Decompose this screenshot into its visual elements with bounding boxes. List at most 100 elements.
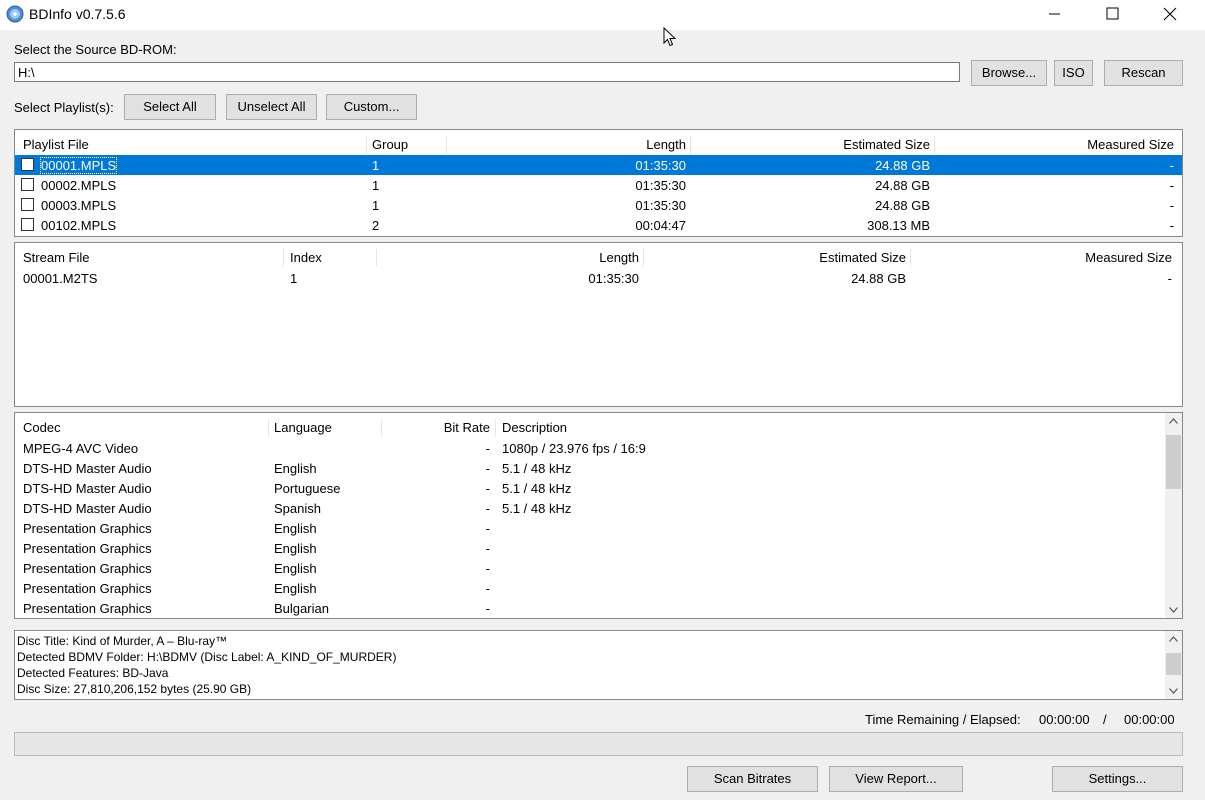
header-stream-file[interactable]: Stream File (23, 250, 89, 265)
column-separator (643, 249, 644, 267)
rescan-button[interactable]: Rescan (1104, 60, 1183, 86)
codec-bit-rate: - (485, 601, 490, 616)
iso-button[interactable]: ISO (1054, 60, 1093, 86)
codec-bit-rate: - (485, 561, 490, 576)
maximize-button[interactable] (1089, 0, 1135, 28)
header-estimated-size[interactable]: Estimated Size (666, 250, 906, 265)
playlist-list[interactable]: Playlist File Group Length Estimated Siz… (14, 129, 1183, 237)
playlist-estimated-size: 24.88 GB (875, 158, 930, 173)
mouse-cursor-icon (663, 27, 677, 47)
playlist-row[interactable]: 00002.MPLS 1 01:35:30 24.88 GB - (15, 175, 1182, 195)
scan-progress-bar (14, 732, 1183, 756)
header-description[interactable]: Description (502, 420, 567, 435)
browse-button[interactable]: Browse... (971, 60, 1047, 86)
unselect-all-button[interactable]: Unselect All (226, 94, 317, 120)
playlist-measured-size: - (1169, 198, 1174, 213)
playlist-length: 00:04:47 (635, 218, 686, 233)
playlist-select-label: Select Playlist(s): (14, 100, 114, 115)
close-button[interactable] (1146, 0, 1192, 28)
scroll-down-icon[interactable] (1169, 688, 1178, 694)
custom-button[interactable]: Custom... (326, 94, 417, 120)
codec-name: Presentation Graphics (23, 521, 152, 536)
column-separator (268, 419, 269, 437)
playlist-header: Playlist File Group Length Estimated Siz… (15, 134, 1182, 154)
header-index[interactable]: Index (290, 250, 322, 265)
playlist-row[interactable]: 00001.MPLS 1 01:35:30 24.88 GB - (15, 155, 1182, 175)
codec-row[interactable]: Presentation Graphics English - (15, 538, 1182, 558)
codec-description: 5.1 / 48 kHz (502, 481, 572, 496)
codec-language: English (274, 521, 317, 536)
codec-name: Presentation Graphics (23, 581, 152, 596)
playlist-row[interactable]: 00102.MPLS 2 00:04:47 308.13 MB - (15, 215, 1182, 235)
codec-row[interactable]: Presentation Graphics English - (15, 518, 1182, 538)
playlist-checkbox[interactable] (21, 218, 34, 231)
minimize-button[interactable] (1032, 0, 1078, 28)
codec-scrollbar[interactable] (1165, 413, 1182, 618)
stream-row[interactable]: 00001.M2TS 1 01:35:30 24.88 GB - (15, 268, 1182, 288)
disc-size-line: Disc Size: 27,810,206,152 bytes (25.90 G… (17, 682, 252, 696)
codec-row[interactable]: DTS-HD Master Audio Portuguese - 5.1 / 4… (15, 478, 1182, 498)
playlist-file: 00003.MPLS (41, 198, 117, 213)
codec-row[interactable]: Presentation Graphics Bulgarian - (15, 598, 1182, 618)
header-language[interactable]: Language (274, 420, 332, 435)
header-measured-size[interactable]: Measured Size (932, 250, 1172, 265)
codec-name: DTS-HD Master Audio (23, 501, 152, 516)
playlist-group: 2 (372, 218, 380, 233)
stream-estimated-size: 24.88 GB (851, 271, 906, 286)
source-label: Select the Source BD-ROM: (14, 42, 177, 57)
codec-row[interactable]: DTS-HD Master Audio English - 5.1 / 48 k… (15, 458, 1182, 478)
scroll-thumb[interactable] (1166, 653, 1181, 675)
playlist-row[interactable]: 00003.MPLS 1 01:35:30 24.88 GB - (15, 195, 1182, 215)
playlist-group: 1 (372, 158, 380, 173)
scan-bitrates-button[interactable]: Scan Bitrates (687, 766, 818, 792)
settings-button[interactable]: Settings... (1052, 766, 1183, 792)
header-playlist-file[interactable]: Playlist File (23, 137, 89, 152)
playlist-checkbox[interactable] (21, 198, 34, 211)
time-label: Time Remaining / Elapsed: (865, 712, 1021, 727)
codec-description: 5.1 / 48 kHz (502, 501, 572, 516)
stream-list[interactable]: Stream File Index Length Estimated Size … (14, 242, 1183, 407)
header-bit-rate[interactable]: Bit Rate (387, 420, 490, 435)
column-separator (910, 249, 911, 267)
codec-language: English (274, 581, 317, 596)
codec-bit-rate: - (485, 541, 490, 556)
codec-list[interactable]: Codec Language Bit Rate Description MPEG… (14, 412, 1183, 619)
playlist-checkbox[interactable] (21, 178, 34, 191)
header-length[interactable]: Length (399, 250, 639, 265)
codec-row[interactable]: DTS-HD Master Audio Spanish - 5.1 / 48 k… (15, 498, 1182, 518)
playlist-file: 00002.MPLS (41, 178, 117, 193)
codec-name: DTS-HD Master Audio (23, 481, 152, 496)
codec-language: Portuguese (274, 481, 341, 496)
scroll-up-icon[interactable] (1169, 418, 1178, 424)
source-path-input[interactable] (14, 62, 960, 82)
header-estimated-size[interactable]: Estimated Size (690, 137, 930, 152)
codec-row[interactable]: MPEG-4 AVC Video - 1080p / 23.976 fps / … (15, 438, 1182, 458)
column-separator (376, 249, 377, 267)
playlist-measured-size: - (1169, 178, 1174, 193)
scroll-thumb[interactable] (1166, 435, 1181, 489)
column-separator (381, 419, 382, 437)
view-report-button[interactable]: View Report... (829, 766, 963, 792)
select-all-button[interactable]: Select All (124, 94, 216, 120)
time-remaining: 00:00:00 (1039, 712, 1090, 727)
header-length[interactable]: Length (446, 137, 686, 152)
playlist-estimated-size: 24.88 GB (875, 198, 930, 213)
playlist-group: 1 (372, 198, 380, 213)
header-measured-size[interactable]: Measured Size (934, 137, 1174, 152)
scroll-down-icon[interactable] (1169, 607, 1178, 613)
disc-info-scrollbar[interactable] (1165, 631, 1182, 699)
codec-row[interactable]: Presentation Graphics English - (15, 558, 1182, 578)
codec-row[interactable]: Presentation Graphics English - (15, 578, 1182, 598)
scroll-up-icon[interactable] (1169, 636, 1178, 642)
playlist-file: 00102.MPLS (41, 218, 117, 233)
codec-description: 5.1 / 48 kHz (502, 461, 572, 476)
header-codec[interactable]: Codec (23, 420, 61, 435)
window-title: BDInfo v0.7.5.6 (29, 6, 126, 22)
codec-bit-rate: - (485, 581, 490, 596)
playlist-measured-size: - (1169, 218, 1174, 233)
disc-title-line: Disc Title: Kind of Murder, A – Blu-ray™ (17, 634, 228, 648)
header-group[interactable]: Group (372, 137, 408, 152)
column-separator (495, 419, 496, 437)
playlist-checkbox[interactable] (21, 158, 34, 171)
disc-info-box[interactable]: Disc Title: Kind of Murder, A – Blu-ray™… (14, 630, 1183, 700)
